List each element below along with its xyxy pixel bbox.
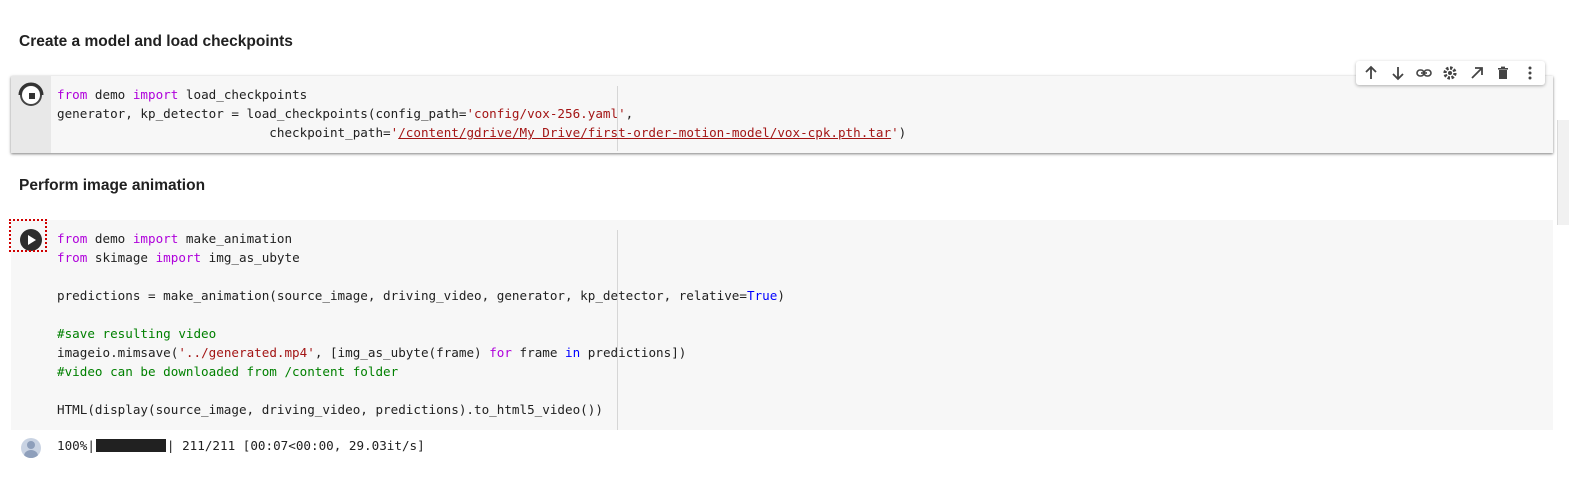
- code-token: load_checkpoints: [178, 87, 308, 102]
- code-token: generator, kp_detector = load_checkpoint…: [57, 106, 467, 121]
- code-editor[interactable]: from demo import load_checkpoints genera…: [57, 85, 906, 142]
- code-token: ': [891, 125, 899, 140]
- code-token: from: [57, 87, 88, 102]
- code-token: ): [777, 288, 785, 303]
- section-heading-create: Create a model and load checkpoints: [19, 33, 293, 50]
- code-token: imageio.mimsave(: [57, 345, 179, 360]
- code-token: HTML(display(source_image, driving_video…: [57, 402, 603, 417]
- code-comment: #save resulting video: [57, 326, 217, 341]
- code-token: demo: [87, 87, 133, 102]
- code-token: True: [746, 288, 778, 303]
- code-token: ,: [625, 106, 634, 121]
- progress-bar: [95, 439, 166, 452]
- arrow-down-icon[interactable]: [1387, 62, 1409, 84]
- code-token: 'config/vox-256.yaml': [466, 106, 626, 121]
- code-token: import: [132, 231, 179, 246]
- code-token: for: [489, 345, 512, 360]
- arrow-up-icon[interactable]: [1360, 62, 1382, 84]
- code-token: predictions = make_animation(source_imag…: [57, 288, 747, 303]
- code-token: , [img_as_ubyte(frame): [314, 345, 490, 360]
- code-token: frame: [511, 345, 566, 360]
- code-token: import: [155, 250, 202, 265]
- code-cell-make-animation[interactable]: from demo import make_animation from ski…: [11, 220, 1553, 430]
- progress-percent: 100%|: [57, 438, 95, 453]
- code-token: checkpoint_path=: [57, 125, 391, 140]
- output-avatar-icon: [21, 438, 41, 458]
- cell-toolbar: [1356, 61, 1545, 85]
- open-in-new-icon[interactable]: [1466, 62, 1488, 84]
- scrollbar[interactable]: [1557, 120, 1569, 225]
- progress-stats: | 211/211 [00:07<00:00, 29.03it/s]: [166, 438, 425, 453]
- link-icon[interactable]: [1413, 62, 1435, 84]
- section-heading-perform: Perform image animation: [19, 177, 206, 194]
- code-token: ): [898, 125, 907, 140]
- code-token: demo: [87, 231, 133, 246]
- code-token: skimage: [87, 250, 156, 265]
- gear-icon[interactable]: [1439, 62, 1461, 84]
- code-editor[interactable]: from demo import make_animation from ski…: [57, 229, 785, 419]
- cell-output: 100%| | 211/211 [00:07<00:00, 29.03it/s]: [0, 436, 1556, 462]
- code-token: from: [57, 250, 88, 265]
- code-token: make_animation: [178, 231, 293, 246]
- trash-icon[interactable]: [1492, 62, 1514, 84]
- code-token: import: [132, 87, 179, 102]
- code-cell-load-checkpoints[interactable]: from demo import load_checkpoints genera…: [11, 76, 1553, 153]
- code-token: img_as_ubyte: [201, 250, 300, 265]
- more-vert-icon[interactable]: [1519, 62, 1541, 84]
- checkpoint-path-link[interactable]: /content/gdrive/My Drive/first-order-mot…: [398, 125, 891, 140]
- stop-icon: [29, 93, 35, 99]
- code-token: from: [57, 231, 88, 246]
- code-token: '../generated.mp4': [178, 345, 315, 360]
- code-comment: #video can be downloaded from /content f…: [57, 364, 399, 379]
- stop-execution-button[interactable]: [18, 82, 44, 106]
- progress-output: 100%| | 211/211 [00:07<00:00, 29.03it/s]: [57, 438, 425, 453]
- code-token: in: [565, 345, 581, 360]
- run-button-highlight: [9, 219, 47, 252]
- code-token: predictions]): [580, 345, 687, 360]
